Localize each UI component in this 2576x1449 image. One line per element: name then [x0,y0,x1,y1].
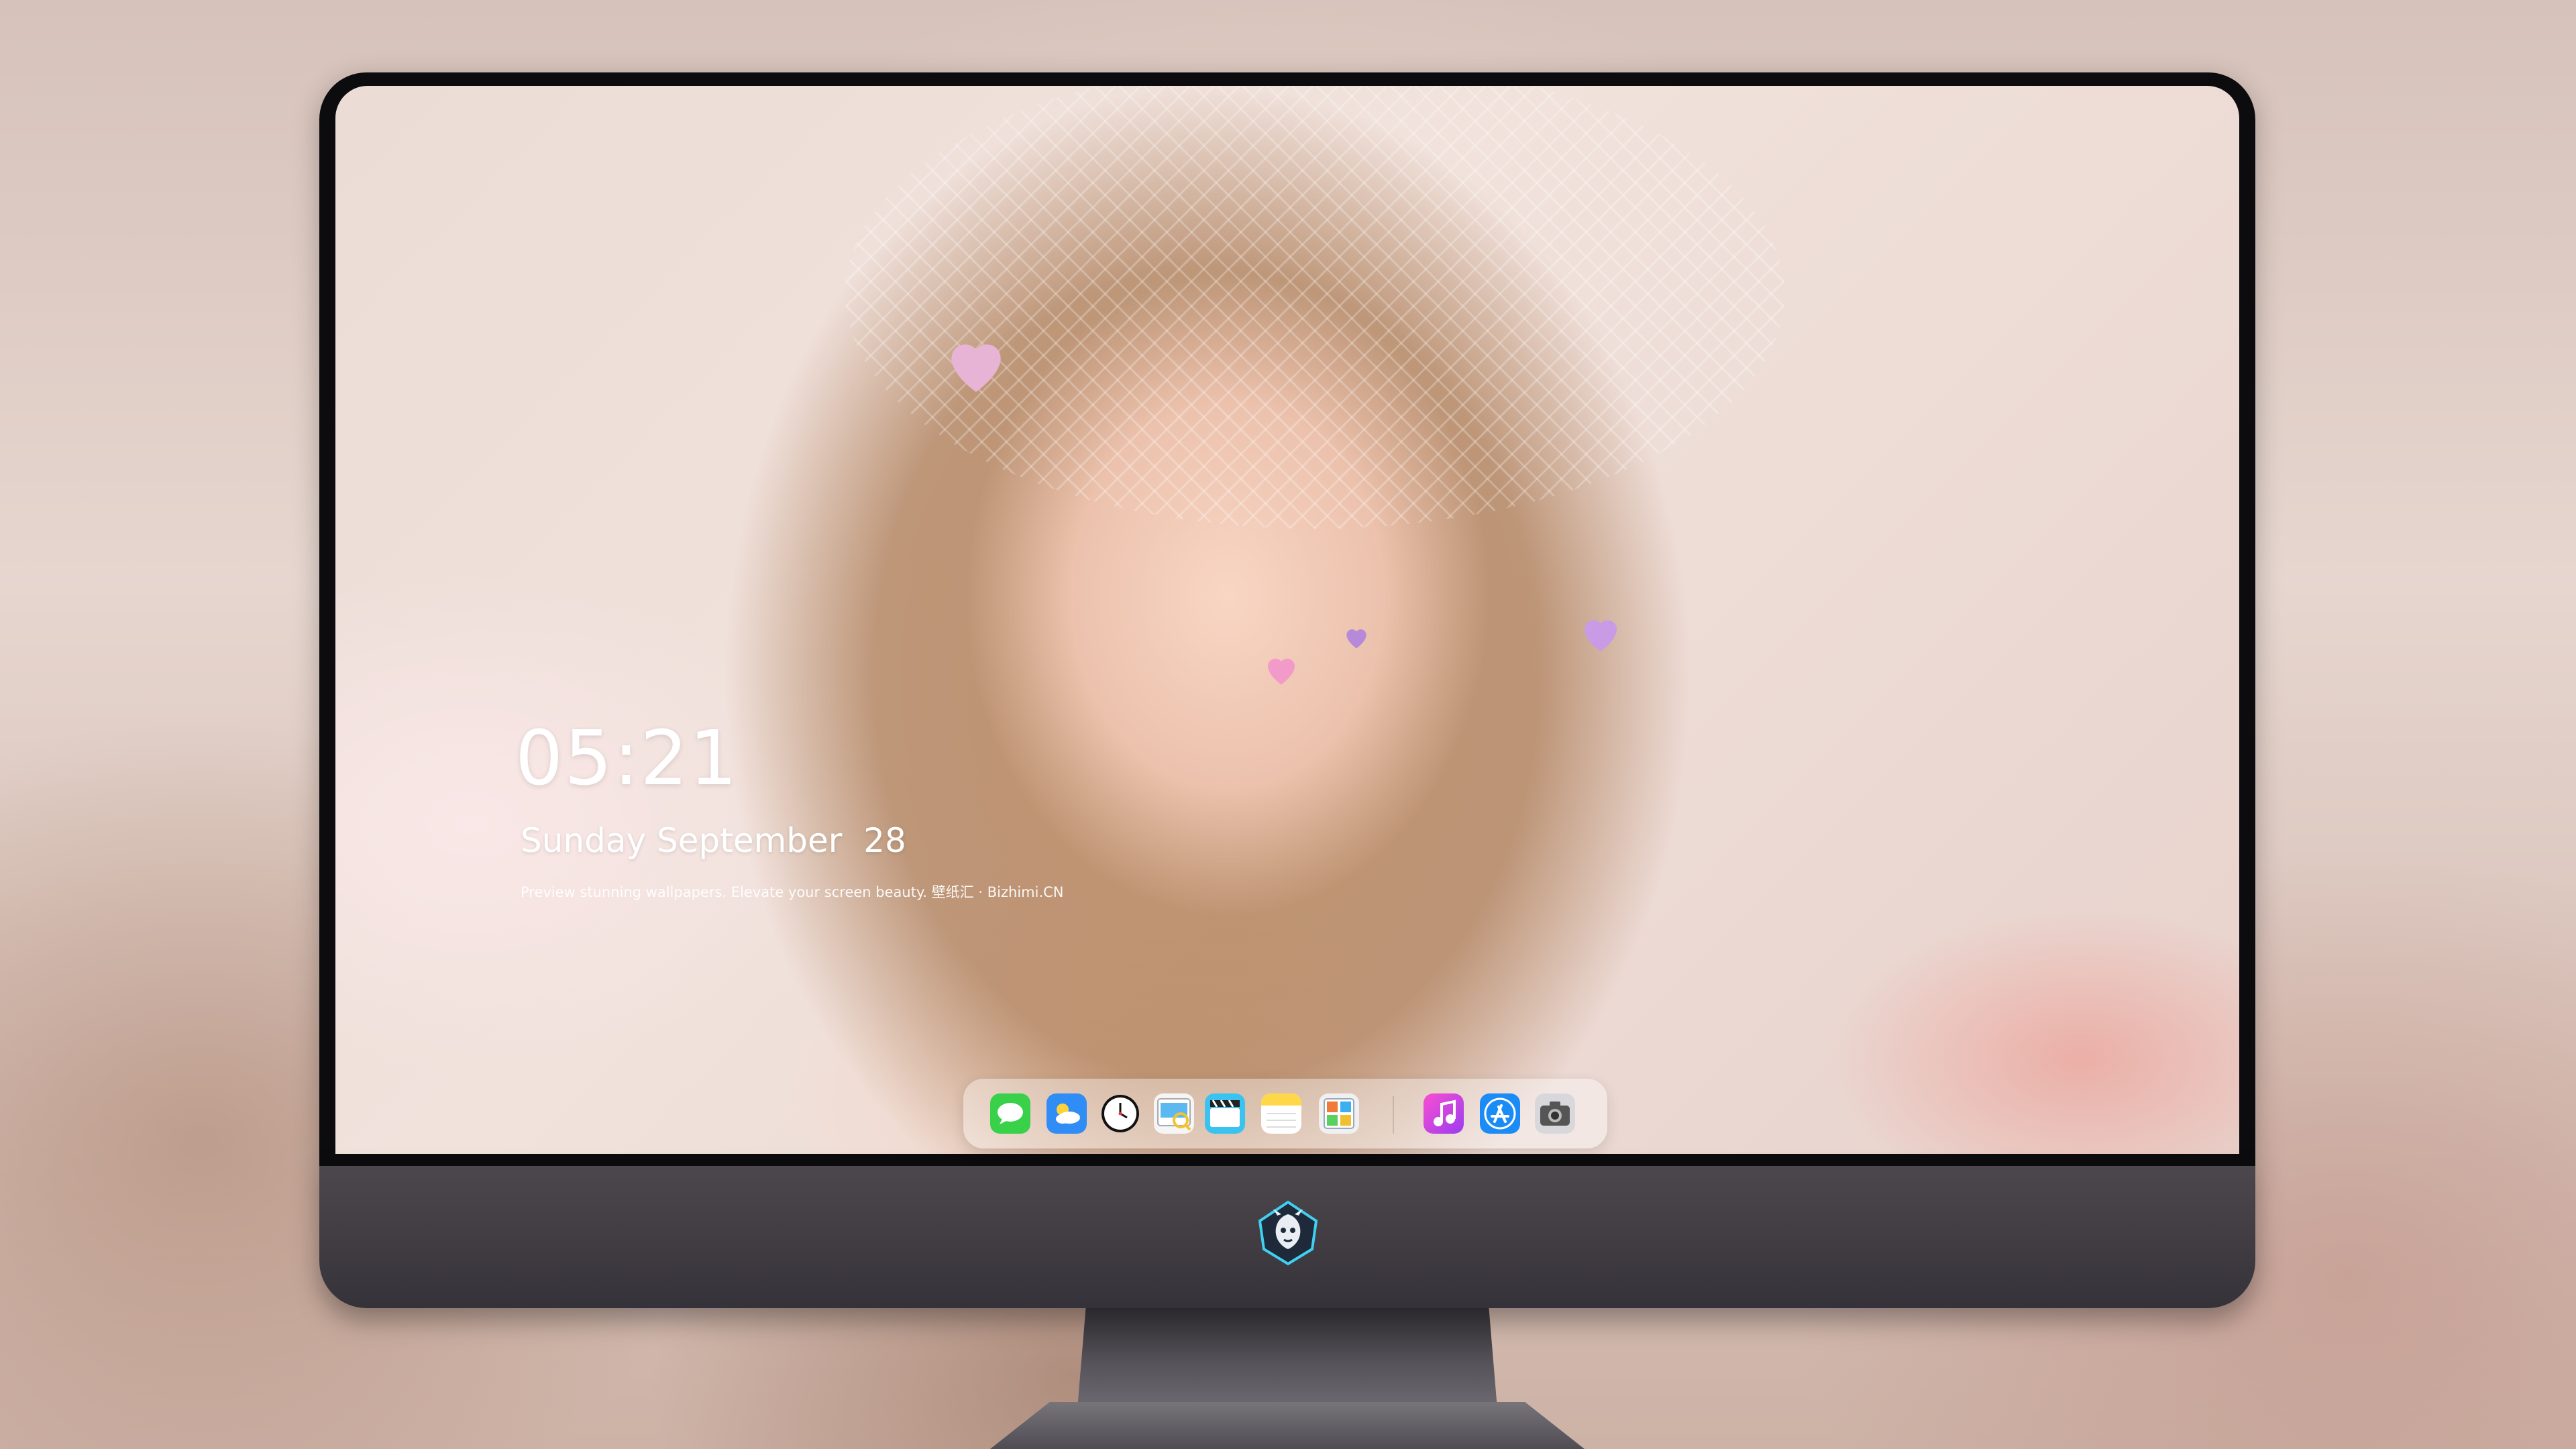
desktop-screen [335,86,2239,1154]
wallpaper-veil [845,86,1784,529]
clapper-icon[interactable] [1205,1093,1245,1134]
heart-decoration-icon [1346,629,1366,649]
photos-icon[interactable] [1319,1093,1359,1134]
wallpaper-caption: Preview stunning wallpapers. Elevate you… [521,884,1064,900]
heart-decoration-icon [1268,658,1295,685]
notes-icon[interactable] [1261,1093,1301,1134]
dock-divider [1393,1096,1394,1134]
preview-icon[interactable] [1154,1093,1194,1134]
dragon-shield-logo-icon [1258,1200,1318,1266]
heart-decoration-icon [951,344,1001,392]
heart-decoration-icon [1585,620,1617,651]
background-scene: 05:21 Sunday September 28 Preview stunni… [0,0,2576,1449]
messages-icon[interactable] [990,1093,1030,1134]
weather-icon[interactable] [1046,1093,1087,1134]
camera-icon[interactable] [1535,1093,1575,1134]
clock-icon[interactable] [1100,1093,1140,1134]
music-icon[interactable] [1424,1093,1464,1134]
clock-date: Sunday September 28 [521,821,906,860]
dock [963,1079,1607,1148]
monitor-stand-neck [1077,1308,1497,1409]
clock-time: 05:21 [515,715,739,802]
app-store-icon[interactable] [1480,1093,1520,1134]
monitor-stand-base [990,1402,1585,1449]
